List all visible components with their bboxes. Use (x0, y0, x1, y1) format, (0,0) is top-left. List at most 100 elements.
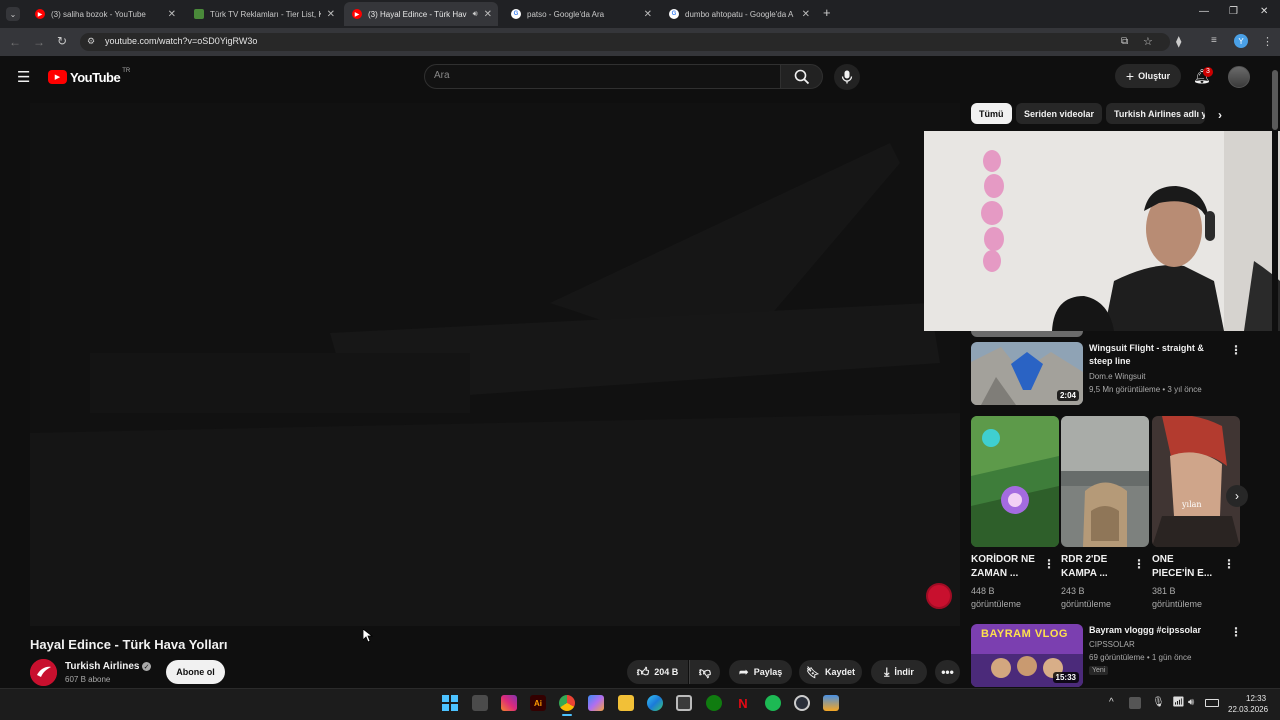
illustrator-app-icon[interactable]: Ai (530, 695, 546, 711)
xbox-app-icon[interactable] (706, 695, 722, 711)
wifi-icon[interactable]: 📶︎ (1172, 697, 1185, 708)
tray-app-icon[interactable] (1129, 697, 1141, 709)
download-button[interactable]: ⤓ İndir (871, 660, 927, 684)
video-thumbnail[interactable]: BAYRAM VLOG 15:33 (971, 624, 1083, 687)
task-view-icon[interactable] (472, 695, 488, 711)
more-actions-button[interactable]: ••• (935, 660, 960, 684)
more-vertical-icon[interactable]: ⋮ (1230, 625, 1242, 639)
save-button[interactable]: 🔖︎ Kaydet (799, 660, 862, 684)
close-tab-icon[interactable]: ✕ (484, 9, 492, 20)
chrome-app-icon[interactable] (559, 695, 575, 711)
reload-icon[interactable]: ↻ (57, 34, 67, 48)
account-avatar[interactable] (1228, 66, 1250, 88)
microphone-tray-icon[interactable]: 🎙︎ (1152, 697, 1165, 708)
browser-tab-5[interactable]: G dumbo ahtopatu - Google'da A ✕ (661, 2, 816, 26)
short-title[interactable]: ONE (1152, 553, 1174, 567)
steam-app-icon[interactable] (794, 695, 810, 711)
short-thumbnail-caption: yılan (1182, 500, 1202, 509)
video-title-line2[interactable]: steep line (1089, 355, 1131, 368)
like-button[interactable]: 👍︎ 204 B (627, 660, 688, 684)
short-thumbnail[interactable] (971, 416, 1059, 547)
page-scrollbar[interactable] (1272, 60, 1278, 685)
volume-icon[interactable]: 🔊︎ (1188, 697, 1194, 708)
short-title-line2[interactable]: KAMPA ... (1061, 567, 1108, 581)
new-tab-icon[interactable]: + (823, 5, 831, 20)
restore-icon[interactable]: ❐ (1229, 6, 1238, 17)
chip-channel[interactable]: Turkish Airlines adlı y (1106, 103, 1205, 124)
video-player[interactable] (30, 103, 960, 626)
chevron-up-icon[interactable]: ^ (1109, 697, 1114, 708)
app-icon-misc[interactable] (823, 695, 839, 711)
system-clock[interactable]: 12:33 22.03.2026 (1228, 693, 1268, 715)
channel-name[interactable]: Turkish Airlines (65, 661, 139, 672)
more-vertical-icon[interactable]: ⋮ (1133, 557, 1145, 571)
browser-tab-2[interactable]: Türk TV Reklamları - Tier List, K ✕ (186, 2, 341, 26)
channel-avatar[interactable] (30, 659, 57, 686)
netflix-app-icon[interactable]: N (735, 695, 751, 711)
site-info-icon[interactable]: ⚙ (87, 36, 95, 47)
short-thumbnail[interactable] (1061, 416, 1149, 547)
close-tab-icon[interactable]: ✕ (168, 9, 176, 20)
hamburger-menu-icon[interactable]: ☰ (17, 68, 30, 86)
close-tab-icon[interactable]: ✕ (327, 9, 335, 20)
verified-badge-icon: ✓ (142, 662, 151, 671)
short-title-line2[interactable]: PIECE'İN E... (1152, 567, 1212, 581)
more-vertical-icon[interactable]: ⋮ (1223, 557, 1235, 571)
short-title-line2[interactable]: ZAMAN ... (971, 567, 1018, 581)
tab-search-icon[interactable]: ⌄ (6, 7, 20, 21)
short-thumbnail[interactable]: yılan (1152, 416, 1240, 547)
close-tab-icon[interactable]: ✕ (644, 9, 652, 20)
voice-search-button[interactable] (834, 64, 860, 90)
chip-all[interactable]: Tümü (971, 103, 1012, 124)
battery-icon[interactable] (1205, 699, 1219, 707)
browser-tab-3-active[interactable]: ▶ (3) Hayal Edince - Türk Hav 🔊︎ ✕ (344, 2, 498, 26)
store-app-icon[interactable] (676, 695, 692, 711)
more-vertical-icon[interactable]: ⋮ (1230, 343, 1242, 357)
youtube-logo[interactable]: ▶ YouTube TR (48, 68, 130, 86)
chip-series[interactable]: Seriden videolar (1016, 103, 1103, 124)
channel-name[interactable]: Dom.e Wingsuit (1089, 370, 1145, 383)
chips-next-icon[interactable]: › (1218, 108, 1222, 122)
minimize-icon[interactable]: — (1199, 6, 1209, 17)
forward-icon[interactable]: → (33, 35, 45, 49)
mouse-cursor-icon (363, 629, 373, 643)
copilot-app-icon[interactable] (588, 695, 604, 711)
subscribe-button[interactable]: Abone ol (166, 660, 225, 684)
dislike-button[interactable]: 👎︎ (689, 660, 720, 684)
file-explorer-icon[interactable] (618, 695, 634, 711)
microphone-icon (841, 70, 853, 84)
windows-start-icon[interactable] (442, 695, 458, 711)
video-thumbnail[interactable]: 2:04 (971, 342, 1083, 405)
shorts-next-button[interactable]: › (1226, 485, 1248, 507)
channel-watermark-logo[interactable] (926, 583, 952, 609)
more-vertical-icon[interactable]: ⋮ (1043, 557, 1055, 571)
speaker-icon[interactable]: 🔊︎ (473, 9, 478, 19)
bookmark-star-icon[interactable]: ☆ (1143, 35, 1153, 48)
instagram-app-icon[interactable] (501, 695, 517, 711)
create-button[interactable]: + Oluştur (1115, 64, 1181, 88)
short-title[interactable]: KORİDOR NE (971, 553, 1035, 567)
previous-item-thumb-edge (971, 331, 1083, 337)
search-input[interactable] (424, 64, 781, 89)
close-tab-icon[interactable]: ✕ (802, 9, 810, 20)
reading-list-icon[interactable]: ≡ (1211, 35, 1217, 46)
profile-avatar-icon[interactable]: Y (1234, 34, 1248, 48)
browser-tab-1[interactable]: ▶ (3) saliha bozok - YouTube ✕ (27, 2, 182, 26)
browser-menu-icon[interactable]: ⋮ (1262, 35, 1273, 48)
scrollbar-thumb[interactable] (1272, 70, 1278, 130)
spotify-app-icon[interactable] (765, 695, 781, 711)
share-button[interactable]: ➦ Paylaş (729, 660, 792, 684)
save-label: Kaydet (824, 667, 855, 677)
video-title[interactable]: Wingsuit Flight - straight & (1089, 342, 1204, 355)
browser-tab-4[interactable]: G patso - Google'da Ara ✕ (503, 2, 658, 26)
edge-app-icon[interactable] (647, 695, 663, 711)
video-title[interactable]: Bayram vloggg #cipssolar (1089, 624, 1201, 637)
close-window-icon[interactable]: ✕ (1260, 6, 1268, 17)
extensions-icon[interactable]: ⧫ (1176, 35, 1181, 48)
search-button[interactable] (780, 64, 823, 89)
short-title[interactable]: RDR 2'DE (1061, 553, 1107, 567)
channel-name[interactable]: CIPSSOLAR (1089, 638, 1135, 651)
url-text[interactable]: youtube.com/watch?v=oSD0YigRW3o (105, 36, 257, 46)
install-app-icon[interactable]: ⧉ (1121, 36, 1128, 47)
back-icon[interactable]: ← (9, 35, 21, 49)
